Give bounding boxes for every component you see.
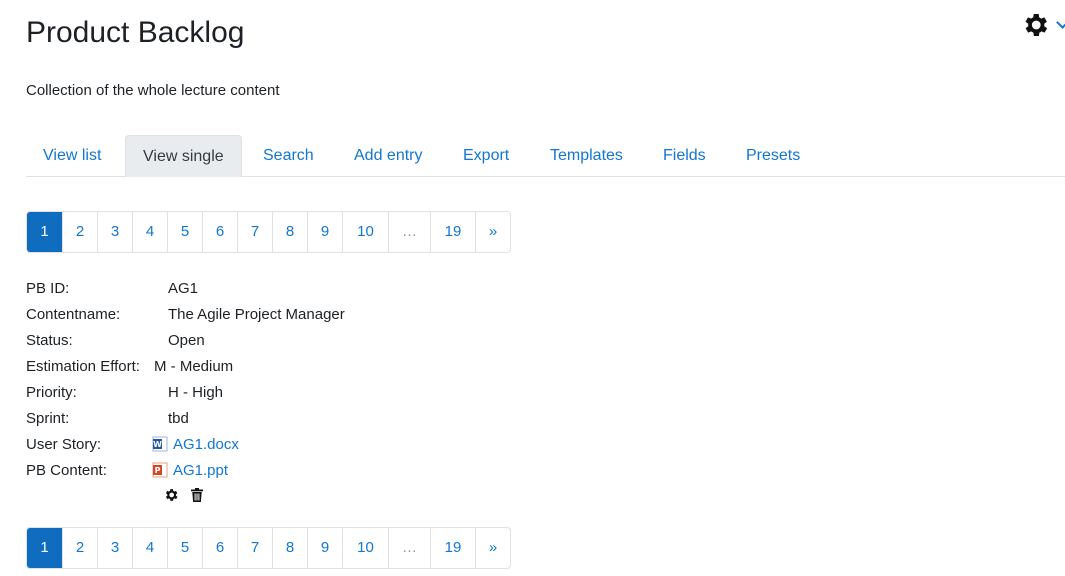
page-link[interactable]: 3 — [97, 212, 132, 252]
svg-text:W: W — [153, 440, 162, 449]
entry-actions — [163, 487, 205, 508]
field-label: User Story: — [26, 436, 102, 453]
page-link[interactable]: 7 — [237, 528, 272, 568]
trash-icon[interactable] — [189, 487, 205, 508]
field-value: H - High — [168, 384, 224, 401]
page-link[interactable]: 5 — [167, 212, 202, 252]
page-title: Product Backlog — [26, 16, 245, 49]
word-document-icon: W — [152, 436, 168, 452]
page-link[interactable]: 2 — [62, 528, 97, 568]
user-story-file-link[interactable]: AG1.docx — [173, 436, 239, 453]
tab-bar: View list View single Search Add entry E… — [26, 135, 1065, 177]
page-link[interactable]: 9 — [307, 212, 342, 252]
tab-templates[interactable]: Templates — [550, 135, 623, 176]
page-link[interactable]: 4 — [132, 212, 167, 252]
field-value: The Agile Project Manager — [168, 306, 345, 323]
field-label: Estimation Effort: — [26, 358, 140, 375]
page-link[interactable]: 1 — [27, 528, 62, 568]
page-link[interactable]: 3 — [97, 528, 132, 568]
field-label: Sprint: — [26, 410, 70, 427]
powerpoint-document-icon: P — [152, 462, 168, 478]
field-label: Contentname: — [26, 306, 121, 323]
chevron-down-icon[interactable] — [1056, 16, 1065, 29]
page-link[interactable]: 6 — [202, 528, 237, 568]
tab-fields[interactable]: Fields — [663, 135, 706, 176]
page-link[interactable]: 9 — [307, 528, 342, 568]
tab-view-list[interactable]: View list — [43, 135, 101, 176]
field-value: AG1 — [168, 280, 199, 297]
edit-gear-icon[interactable] — [163, 487, 179, 508]
tab-view-single[interactable]: View single — [125, 135, 242, 177]
svg-text:P: P — [155, 466, 161, 475]
field-value: M - Medium — [154, 358, 234, 375]
page-link[interactable]: 10 — [342, 528, 388, 568]
page-link[interactable]: 19 — [430, 212, 475, 252]
page-link[interactable]: 1 — [27, 212, 62, 252]
next-page-link[interactable]: » — [475, 212, 510, 252]
page-link[interactable]: 2 — [62, 212, 97, 252]
page-link[interactable]: 4 — [132, 528, 167, 568]
page-link[interactable]: 7 — [237, 212, 272, 252]
tab-add-entry[interactable]: Add entry — [354, 135, 422, 176]
field-label: Priority: — [26, 384, 77, 401]
field-label: PB Content: — [26, 462, 107, 479]
tab-presets[interactable]: Presets — [746, 135, 800, 176]
field-value: tbd — [168, 410, 189, 427]
tab-export[interactable]: Export — [463, 135, 509, 176]
page-link[interactable]: 19 — [430, 528, 475, 568]
page-link[interactable]: 10 — [342, 212, 388, 252]
page-link[interactable]: 8 — [272, 212, 307, 252]
page-link[interactable]: 8 — [272, 528, 307, 568]
page-description: Collection of the whole lecture content — [26, 82, 280, 99]
pb-content-file-link[interactable]: AG1.ppt — [173, 462, 228, 479]
next-page-link[interactable]: » — [475, 528, 510, 568]
page-link[interactable]: 5 — [167, 528, 202, 568]
field-label: Status: — [26, 332, 73, 349]
page-ellipsis: … — [388, 528, 430, 568]
pagination-top: 1 2 3 4 5 6 7 8 9 10 … 19 » — [26, 211, 511, 253]
page-link[interactable]: 6 — [202, 212, 237, 252]
pagination-bottom: 1 2 3 4 5 6 7 8 9 10 … 19 » — [26, 527, 511, 569]
field-value: Open — [168, 332, 205, 349]
settings-gear-icon[interactable] — [1020, 10, 1050, 40]
page-ellipsis: … — [388, 212, 430, 252]
field-label: PB ID: — [26, 280, 70, 297]
tab-search[interactable]: Search — [263, 135, 314, 176]
